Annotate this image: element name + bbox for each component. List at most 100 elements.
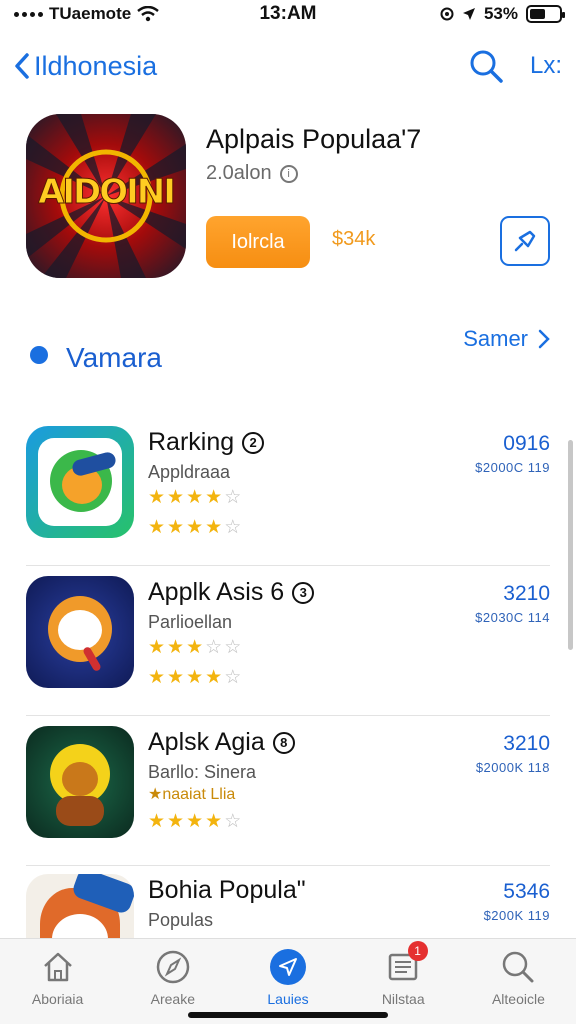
signal-icon (14, 11, 43, 17)
star-filled-icon: ★ (186, 517, 204, 538)
info-icon[interactable]: i (279, 164, 298, 183)
notification-badge: 1 (407, 941, 428, 961)
star-filled-icon: ★ (205, 487, 223, 508)
star-rating: ★ ★ ★ ★ ☆ (148, 488, 241, 507)
star-filled-icon: ★ (148, 637, 166, 658)
search-icon[interactable] (468, 48, 504, 84)
app-badge: 3 (292, 581, 315, 604)
back-button[interactable]: Ildhonesia (14, 51, 157, 82)
app-name-row: Applk Asis 6 3 (148, 578, 315, 607)
status-right: 53% (362, 4, 565, 24)
tab-label: Areake (150, 991, 195, 1007)
status-left: TUaemote (14, 4, 214, 24)
star-rating: ★ ★ ★ ★ ☆ (148, 812, 241, 831)
star-empty-icon: ☆ (224, 637, 242, 658)
app-name: Rarking (148, 428, 235, 456)
star-filled-icon: ★ (148, 487, 166, 508)
star-empty-icon: ☆ (224, 487, 242, 508)
star-empty-icon: ☆ (205, 637, 223, 658)
app-name-row: Aplsk Agia 8 (148, 728, 295, 757)
app-size: $2030C 114 (475, 610, 550, 625)
star-rating: ★ ★ ★ ☆ ☆ (148, 638, 241, 657)
tab-label: Alteoicle (491, 991, 545, 1007)
see-all-label: Samer (463, 326, 528, 351)
app-subtitle: Appldraaa (148, 462, 231, 482)
app-subtitle-secondary: ★naaiat Llia (148, 786, 236, 803)
app-name: Aplsk Agia (148, 728, 265, 756)
star-filled-icon: ★ (205, 667, 223, 688)
featured-subtitle: 2.0alon (206, 162, 272, 184)
star-filled-icon: ★ (148, 667, 166, 688)
app-size: $2000C 119 (475, 460, 550, 475)
app-subtitle: Parlioellan (148, 612, 233, 632)
app-name: Applk Asis 6 (148, 578, 285, 606)
featured-count: $34k (332, 228, 375, 251)
star-filled-icon: ★ (205, 517, 223, 538)
app-row-3[interactable]: Aplsk Agia 8 Barllo: Sinera ★naaiat Llia … (26, 726, 550, 866)
chevron-left-icon (15, 53, 29, 79)
featured-app: AIDOINI Aplpais Populaa'7 2.0alon i Iolr… (26, 114, 556, 284)
app-icon-2 (26, 576, 134, 688)
app-name: Bohia Popula" (148, 876, 306, 904)
battery-percent: 53% (483, 4, 518, 23)
section-header: Vamara Samer (26, 326, 550, 386)
chevron-right-icon (538, 329, 550, 349)
star-filled-icon: ★ (186, 811, 204, 832)
wifi-icon (137, 6, 159, 22)
star-empty-icon: ☆ (224, 811, 242, 832)
alarm-icon (440, 7, 454, 21)
star-filled-icon: ★ (167, 637, 185, 658)
nav-bar: Ildhonesia Lx: (0, 40, 576, 92)
star-filled-icon: ★ (148, 517, 166, 538)
app-badge: 2 (242, 431, 265, 454)
tab-bar: Aboriaia Areake Lauies 1 Nilstaa Alteoic… (0, 938, 576, 1024)
app-name-row: Rarking 2 (148, 428, 265, 457)
app-price: 0916 (503, 432, 550, 455)
nav-action-button[interactable]: Lx: (530, 52, 562, 80)
scrollbar[interactable] (568, 440, 573, 650)
status-bar: TUaemote 13:AM 53% (0, 0, 576, 28)
star-rating: ★ ★ ★ ★ ☆ (148, 518, 241, 537)
featured-app-icon[interactable]: AIDOINI (26, 114, 186, 278)
star-filled-icon: ★ (148, 811, 166, 832)
star-filled-icon: ★ (167, 811, 185, 832)
star-empty-icon: ☆ (224, 667, 242, 688)
tab-label: Lauies (267, 991, 309, 1007)
star-filled-icon: ★ (205, 811, 223, 832)
app-icon-1 (26, 426, 134, 538)
paper-plane-icon (279, 958, 297, 976)
section-title: Vamara (66, 342, 162, 373)
star-filled-icon: ★ (186, 487, 204, 508)
app-price: 5346 (503, 880, 550, 903)
see-all-link[interactable]: Samer (463, 326, 550, 352)
star-filled-icon: ★ (167, 487, 185, 508)
app-row-1[interactable]: Rarking 2 Appldraaa ★ ★ ★ ★ ☆ ★ ★ ★ ★ ☆ 0916 $200… (26, 426, 550, 566)
count-icon: $ (332, 228, 344, 250)
back-label: Ildhonesia (34, 50, 158, 81)
app-size: $2000K 118 (475, 760, 550, 775)
battery-level (530, 9, 545, 19)
app-badge: 8 (272, 731, 295, 754)
get-button[interactable]: Iolrcla (206, 216, 310, 268)
tab-home[interactable]: Aboriaia (0, 939, 115, 1024)
star-rating: ★ ★ ★ ★ ☆ (148, 668, 241, 687)
home-indicator[interactable] (188, 1012, 388, 1018)
featured-subtitle-row: 2.0alon i (206, 162, 298, 185)
share-button[interactable] (500, 216, 550, 266)
star-filled-icon: ★ (167, 667, 185, 688)
app-row-2[interactable]: Applk Asis 63 Parlioellan ★ ★ ★ ☆ ☆ ★ ★ ★ ★ ☆ 32… (26, 576, 550, 716)
tab-active-indicator (270, 949, 306, 985)
star-filled-icon: ★ (167, 517, 185, 538)
section-dot-icon (30, 346, 48, 364)
battery-icon (526, 5, 565, 23)
featured-logo-text: AIDOINI (38, 172, 177, 213)
star-filled-icon: ★ (186, 667, 204, 688)
tab-search[interactable]: Alteoicle (461, 939, 576, 1024)
app-price: 3210 (503, 732, 550, 755)
count-value: 34k (343, 228, 376, 250)
compass-icon (156, 950, 190, 984)
app-subtitle: Populas (148, 910, 214, 930)
home-icon (43, 952, 72, 982)
app-subtitle: Barllo: Sinera (148, 762, 257, 782)
app-name-row: Bohia Popula" (148, 876, 306, 905)
